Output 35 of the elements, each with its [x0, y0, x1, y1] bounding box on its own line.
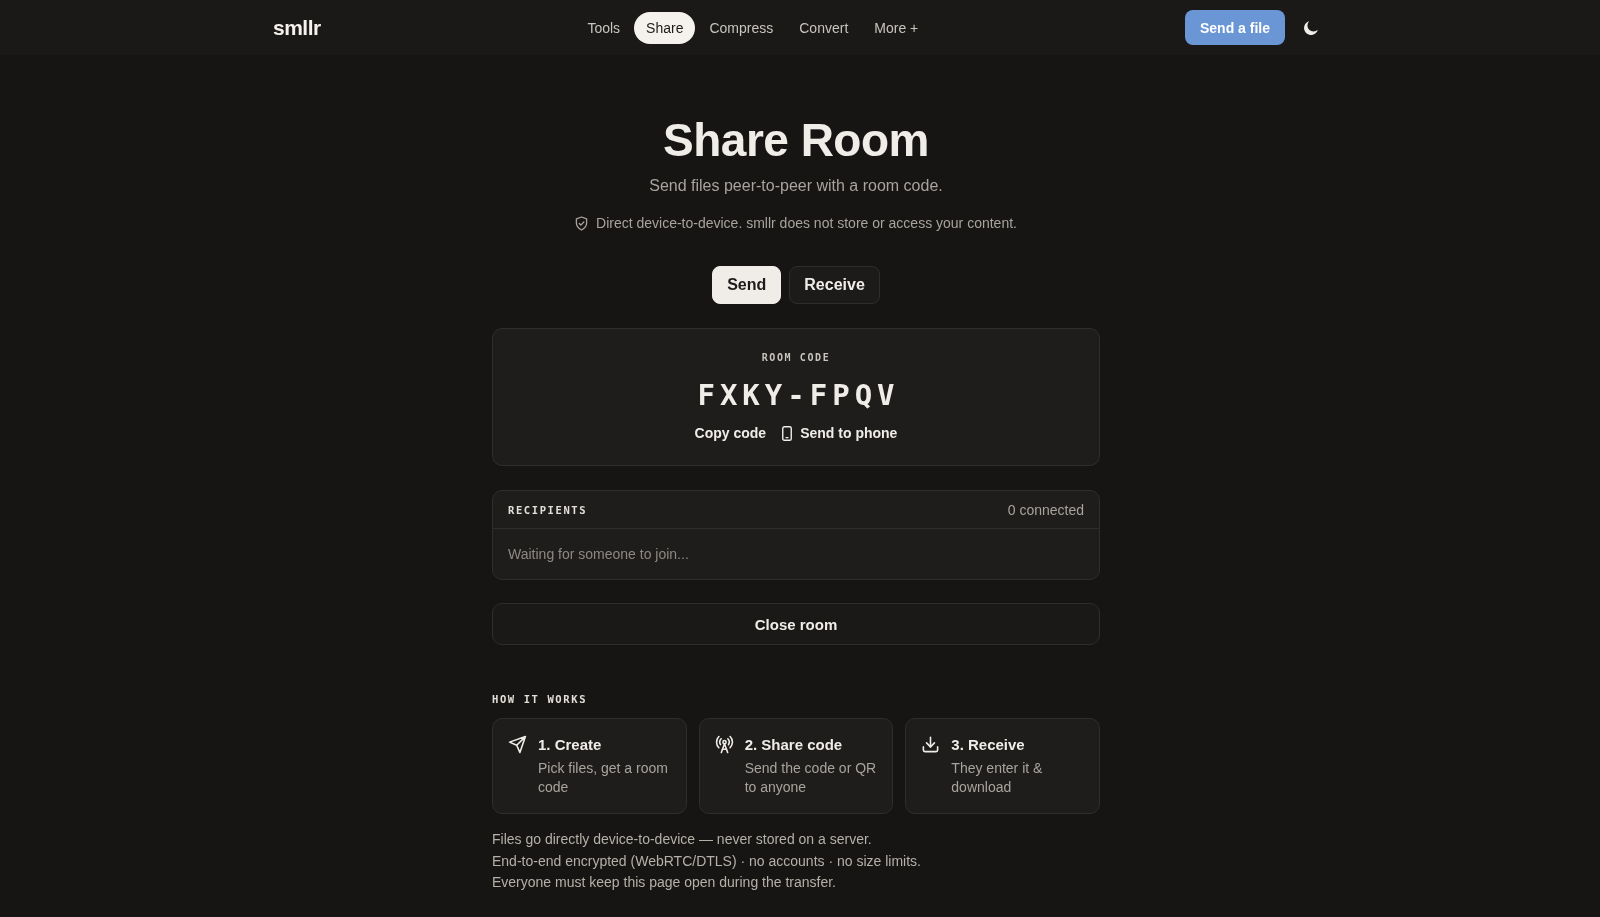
copy-code-button[interactable]: Copy code	[694, 423, 767, 443]
radio-tower-icon	[714, 735, 734, 754]
info-note: Everyone must keep this page open during the transfer.	[492, 873, 837, 892]
room-code-label: ROOM CODE	[761, 352, 831, 364]
step-title: 2. Share code	[744, 735, 844, 755]
step-description: They enter it & download	[951, 759, 1044, 797]
connected-count: 0 connected	[1007, 501, 1084, 518]
mode-tab[interactable]: Send	[712, 266, 782, 304]
privacy-notice: Direct device-to-device. smllr does not store or access your content.	[596, 214, 1017, 233]
nav-link[interactable]: More +	[862, 11, 931, 44]
step-description: Send the code or QR to anyone	[744, 759, 878, 797]
nav-link[interactable]: Share	[634, 11, 696, 44]
nav-link[interactable]: Compress	[697, 11, 786, 44]
mode-tab[interactable]: Receive	[789, 266, 880, 304]
step-title: 1. Create	[538, 735, 603, 755]
close-room-button[interactable]: Close room	[492, 603, 1100, 645]
download-icon	[921, 735, 941, 754]
moon-icon[interactable]	[1303, 19, 1319, 36]
logo[interactable]: smllr	[273, 15, 321, 40]
recipients-heading: RECIPIENTS	[508, 502, 588, 517]
shield-check-icon	[575, 215, 588, 231]
page-subtitle: Send files peer-to-peer with a room code.	[649, 176, 943, 196]
info-note: End-to-end encrypted (WebRTC/DTLS) · no accounts · no size limits.	[492, 851, 922, 871]
section-heading: HOW IT WORKS	[492, 692, 589, 706]
step-description: Pick files, get a room code	[538, 759, 669, 797]
nav-link[interactable]: Convert	[787, 11, 861, 44]
room-code: FXKY-FPQV	[696, 377, 900, 413]
info-note: Files go directly device-to-device — never stored on a server.	[492, 830, 873, 849]
step-title: 3. Receive	[951, 735, 1026, 755]
empty-message: Waiting for someone to join...	[508, 546, 689, 562]
page-title: Share Room	[663, 115, 929, 166]
nav-link[interactable]: Tools	[575, 11, 633, 44]
phone-icon	[782, 425, 793, 441]
paper-plane-icon	[508, 735, 527, 754]
send-to-phone-button[interactable]: Send to phone	[782, 423, 898, 443]
